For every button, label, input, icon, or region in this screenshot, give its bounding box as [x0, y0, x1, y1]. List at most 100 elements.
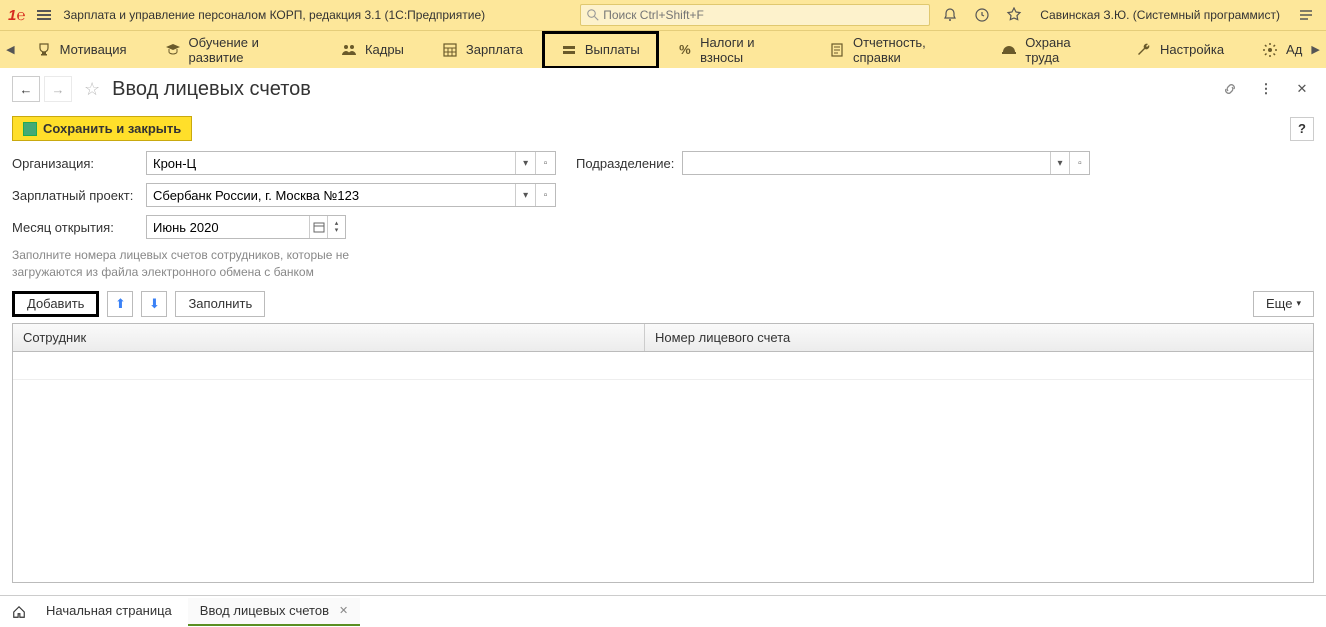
save-and-close-button[interactable]: Сохранить и закрыть: [12, 116, 192, 141]
nav-item-payments[interactable]: Выплаты: [542, 31, 659, 69]
nav-label: Зарплата: [466, 42, 523, 57]
fill-button[interactable]: Заполнить: [175, 291, 265, 317]
nav-label: Налоги и взносы: [700, 35, 791, 65]
table-col-employee[interactable]: Сотрудник: [13, 324, 645, 351]
calendar-icon[interactable]: [309, 216, 327, 238]
doc-icon: [829, 42, 845, 58]
wrench-icon: [1136, 42, 1152, 58]
table-header: Сотрудник Номер лицевого счета: [13, 324, 1313, 352]
nav-label: Ад: [1286, 42, 1302, 57]
month-label: Месяц открытия:: [12, 220, 138, 235]
move-up-button[interactable]: ⬆: [107, 291, 133, 317]
nav-scroll-right[interactable]: ▶: [1309, 31, 1322, 69]
dept-input[interactable]: [683, 152, 1049, 174]
calc-icon: [442, 42, 458, 58]
nav-bar: ◀ Мотивация Обучение и развитие Кадры За…: [0, 30, 1326, 68]
hint-text: Заполните номера лицевых счетов сотрудни…: [12, 247, 412, 281]
nav-label: Обучение и развитие: [189, 35, 303, 65]
open-icon[interactable]: ▫: [535, 184, 555, 206]
table-col-account[interactable]: Номер лицевого счета: [645, 324, 1313, 351]
menu-icon[interactable]: [33, 6, 55, 24]
page-title: Ввод лицевых счетов: [112, 78, 311, 101]
open-icon[interactable]: ▫: [1069, 152, 1089, 174]
nav-item-salary[interactable]: Зарплата: [423, 31, 542, 69]
nav-item-motivation[interactable]: Мотивация: [17, 31, 146, 69]
org-field[interactable]: ▾ ▫: [146, 151, 556, 175]
org-input[interactable]: [147, 152, 515, 174]
nav-label: Кадры: [365, 42, 404, 57]
search-box[interactable]: [580, 4, 930, 26]
search-input[interactable]: [603, 8, 923, 22]
content-area: ← → ☆ Ввод лицевых счетов ⋮ ✕ Сохранить …: [0, 68, 1326, 595]
nav-item-settings[interactable]: Настройка: [1117, 31, 1243, 69]
panel-toggle-icon[interactable]: [1294, 3, 1318, 27]
table-toolbar: Добавить ⬆ ⬇ Заполнить Еще▾: [12, 289, 1314, 319]
tab-close-icon[interactable]: ✕: [335, 604, 348, 617]
star-icon[interactable]: [1002, 3, 1026, 27]
trophy-icon: [36, 42, 52, 58]
move-down-button[interactable]: ⬇: [141, 291, 167, 317]
nav-item-training[interactable]: Обучение и развитие: [146, 31, 322, 69]
back-button[interactable]: ←: [12, 76, 40, 102]
help-button[interactable]: ?: [1290, 117, 1314, 141]
open-icon[interactable]: ▫: [535, 152, 555, 174]
dept-label: Подразделение:: [576, 156, 674, 171]
tab-label: Начальная страница: [46, 603, 172, 618]
nav-item-admin[interactable]: Ад: [1243, 31, 1309, 69]
nav-label: Охрана труда: [1025, 35, 1098, 65]
wallet-icon: [561, 42, 577, 58]
proj-input[interactable]: [147, 184, 515, 206]
save-label: Сохранить и закрыть: [43, 121, 181, 136]
more-icon[interactable]: ⋮: [1254, 77, 1278, 101]
add-button[interactable]: Добавить: [12, 291, 99, 317]
gear-icon: [1262, 42, 1278, 58]
dropdown-icon[interactable]: ▾: [515, 184, 535, 206]
tab-label: Ввод лицевых счетов: [200, 603, 329, 618]
footer-tab-current[interactable]: Ввод лицевых счетов ✕: [188, 598, 360, 626]
table-body[interactable]: [13, 352, 1313, 582]
favorite-star-icon[interactable]: ☆: [76, 79, 108, 100]
history-icon[interactable]: [970, 3, 994, 27]
data-table: Сотрудник Номер лицевого счета: [12, 323, 1314, 583]
dropdown-icon[interactable]: ▾: [515, 152, 535, 174]
disk-icon: [23, 122, 37, 136]
search-icon: [587, 9, 599, 21]
dept-field[interactable]: ▾ ▫: [682, 151, 1090, 175]
app-title: Зарплата и управление персоналом КОРП, р…: [63, 8, 485, 22]
close-icon[interactable]: ✕: [1290, 77, 1314, 101]
logo-1c: 1℮: [8, 7, 25, 24]
spinner-icon[interactable]: ▴▾: [327, 216, 345, 238]
month-field[interactable]: ▴▾: [146, 215, 346, 239]
month-input[interactable]: [147, 216, 309, 238]
people-icon: [341, 42, 357, 58]
nav-item-safety[interactable]: Охрана труда: [982, 31, 1117, 69]
proj-field[interactable]: ▾ ▫: [146, 183, 556, 207]
page-header: ← → ☆ Ввод лицевых счетов ⋮ ✕: [0, 68, 1326, 110]
nav-label: Настройка: [1160, 42, 1224, 57]
home-icon[interactable]: [8, 605, 30, 619]
nav-label: Мотивация: [60, 42, 127, 57]
nav-scroll-left[interactable]: ◀: [4, 31, 17, 69]
percent-icon: %: [678, 42, 692, 58]
nav-label: Выплаты: [585, 42, 640, 57]
nav-item-reports[interactable]: Отчетность, справки: [810, 31, 982, 69]
grad-cap-icon: [165, 42, 181, 58]
top-bar: 1℮ Зарплата и управление персоналом КОРП…: [0, 0, 1326, 30]
user-label[interactable]: Савинская З.Ю. (Системный программист): [1034, 8, 1286, 22]
org-label: Организация:: [12, 156, 138, 171]
link-icon[interactable]: [1218, 77, 1242, 101]
forward-button[interactable]: →: [44, 76, 72, 102]
nav-item-hr[interactable]: Кадры: [322, 31, 423, 69]
table-row[interactable]: [13, 352, 1313, 380]
more-button[interactable]: Еще▾: [1253, 291, 1314, 317]
nav-item-taxes[interactable]: % Налоги и взносы: [659, 31, 810, 69]
nav-label: Отчетность, справки: [853, 35, 963, 65]
dropdown-icon[interactable]: ▾: [1050, 152, 1070, 174]
helmet-icon: [1001, 42, 1017, 58]
footer-tabs: Начальная страница Ввод лицевых счетов ✕: [0, 595, 1326, 627]
proj-label: Зарплатный проект:: [12, 188, 138, 203]
footer-tab-home[interactable]: Начальная страница: [34, 598, 184, 626]
form-area: Организация: ▾ ▫ Подразделение: ▾ ▫ Зарп…: [0, 147, 1326, 323]
page-toolbar: Сохранить и закрыть ?: [0, 110, 1326, 147]
bell-icon[interactable]: [938, 3, 962, 27]
